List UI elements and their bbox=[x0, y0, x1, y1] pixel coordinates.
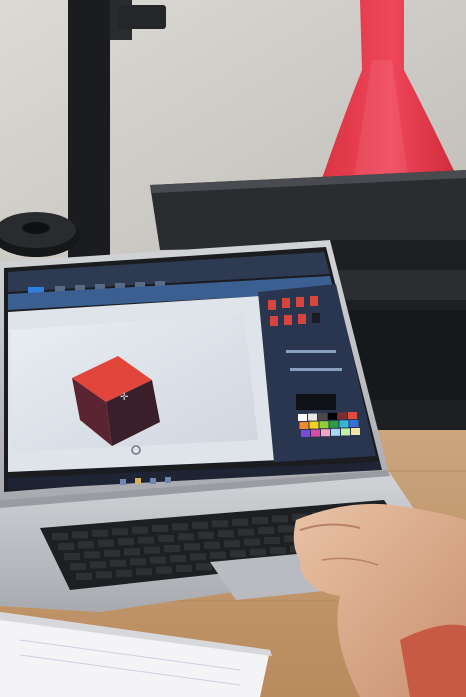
keyboard-key bbox=[104, 549, 120, 557]
keyboard-key bbox=[112, 528, 128, 536]
keyboard-key bbox=[250, 548, 266, 556]
keyboard-key bbox=[196, 563, 212, 571]
palette-swatch bbox=[348, 412, 357, 419]
palette-swatch bbox=[311, 429, 320, 437]
keyboard-key bbox=[204, 541, 220, 549]
keyboard-key bbox=[132, 526, 148, 534]
keyboard-key bbox=[84, 551, 100, 559]
keyboard-key bbox=[64, 553, 80, 560]
keyboard-key bbox=[212, 520, 228, 528]
keyboard-key bbox=[192, 521, 208, 529]
keyboard-key bbox=[218, 530, 234, 538]
keyboard-key bbox=[176, 565, 192, 572]
keyboard-key bbox=[96, 571, 112, 579]
palette-swatch bbox=[298, 414, 307, 421]
keyboard-key bbox=[136, 568, 152, 576]
palette-swatch bbox=[309, 421, 319, 429]
keyboard-key bbox=[272, 515, 288, 523]
keyboard-key bbox=[178, 533, 194, 541]
keyboard-key bbox=[158, 535, 174, 542]
keyboard-key bbox=[78, 541, 94, 549]
photo-scene: ✛ bbox=[0, 0, 466, 697]
keyboard-key bbox=[130, 558, 146, 566]
palette-swatch bbox=[301, 430, 310, 437]
keyboard-key bbox=[92, 529, 108, 537]
keyboard-key bbox=[230, 550, 246, 558]
keyboard-key bbox=[184, 543, 200, 551]
keyboard-key bbox=[270, 547, 286, 554]
keyboard-key bbox=[116, 569, 132, 577]
palette-swatch bbox=[328, 412, 337, 420]
keyboard-key bbox=[164, 545, 180, 552]
keyboard-key bbox=[252, 517, 268, 524]
keyboard-key bbox=[124, 548, 140, 556]
keyboard-key bbox=[238, 528, 254, 536]
laptop-screen: ✛ bbox=[8, 252, 382, 490]
palette-swatch bbox=[319, 421, 329, 429]
keyboard-key bbox=[138, 536, 154, 544]
keyboard-key bbox=[224, 540, 240, 548]
keyboard-key bbox=[156, 566, 172, 574]
svg-text:✛: ✛ bbox=[120, 392, 129, 403]
keyboard-key bbox=[70, 563, 86, 570]
palette-swatch bbox=[349, 420, 359, 427]
palette-swatch bbox=[351, 428, 360, 435]
palette-swatch bbox=[318, 413, 327, 421]
keyboard-key bbox=[150, 556, 166, 564]
keyboard-key bbox=[118, 538, 134, 546]
keyboard-key bbox=[278, 525, 294, 533]
keyboard-key bbox=[198, 531, 214, 539]
keyboard-key bbox=[110, 559, 126, 567]
palette-swatch bbox=[338, 412, 347, 420]
palette-swatch bbox=[329, 420, 339, 428]
keyboard-key bbox=[98, 539, 114, 547]
palette-swatch bbox=[321, 429, 330, 437]
keyboard-key bbox=[232, 518, 248, 526]
keyboard-key bbox=[170, 555, 186, 562]
keyboard-key bbox=[90, 561, 106, 569]
keyboard-key bbox=[210, 551, 226, 559]
keyboard-key bbox=[244, 538, 260, 546]
keyboard-key bbox=[72, 531, 88, 539]
palette-swatch bbox=[308, 413, 317, 421]
keyboard-key bbox=[258, 527, 274, 534]
palette-swatch bbox=[299, 422, 309, 429]
palette-swatch bbox=[339, 420, 349, 428]
keyboard-key bbox=[144, 546, 160, 554]
palette-swatch bbox=[331, 428, 340, 436]
palette-swatch bbox=[341, 428, 350, 436]
keyboard-key bbox=[264, 537, 280, 544]
keyboard-key bbox=[152, 525, 168, 532]
keyboard-key bbox=[76, 573, 92, 580]
keyboard-key bbox=[58, 543, 74, 550]
keyboard-key bbox=[190, 553, 206, 561]
keyboard-key bbox=[172, 523, 188, 531]
keyboard-key bbox=[52, 533, 68, 540]
